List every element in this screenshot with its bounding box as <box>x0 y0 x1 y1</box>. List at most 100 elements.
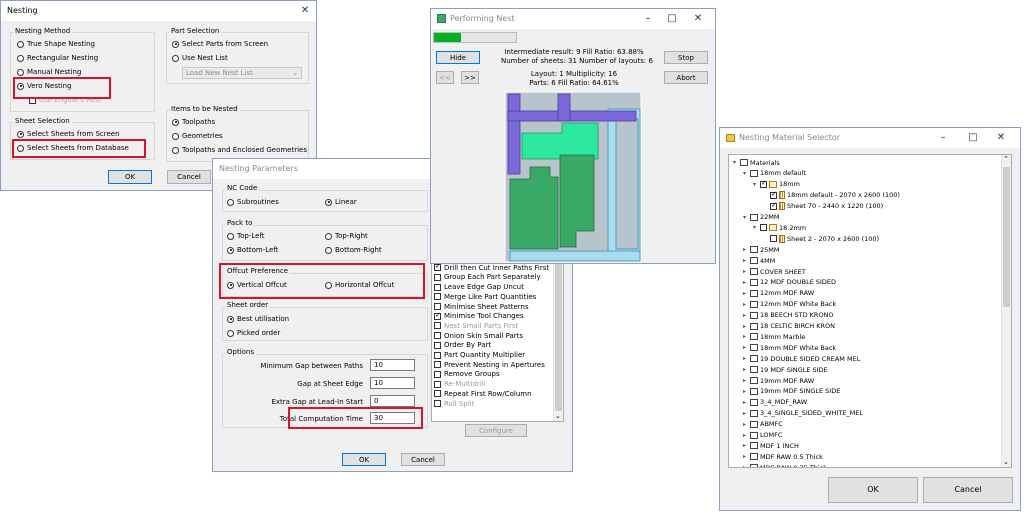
checklist-item[interactable]: Minimise Sheet Patterns <box>434 303 529 311</box>
subroutines-radio[interactable]: Subroutines <box>227 198 279 206</box>
tree-scrollbar[interactable]: ⌃ ⌄ <box>1001 155 1011 467</box>
tree-item[interactable]: ▸ ABMFC <box>741 419 783 430</box>
expanded-arrow-icon[interactable]: ▾ <box>751 181 758 188</box>
checkbox[interactable] <box>434 303 441 310</box>
checkbox[interactable] <box>770 190 777 199</box>
expanded-arrow-icon[interactable]: ▾ <box>741 170 748 177</box>
tree-item[interactable]: Sheet 2 - 2070 x 2600 (100) <box>761 233 879 244</box>
checklist-item[interactable]: Re-Multidrill <box>434 380 486 388</box>
checklist-item[interactable]: Order By Part <box>434 341 491 349</box>
best-utilisation-radio[interactable]: Best utilisation <box>227 315 289 323</box>
checklist-item[interactable]: Nest Small Parts First <box>434 322 518 330</box>
tree-scroll-thumb[interactable] <box>1003 167 1010 307</box>
checkbox[interactable] <box>434 351 441 359</box>
checkbox[interactable] <box>434 262 441 272</box>
checkbox[interactable] <box>434 322 441 330</box>
tree-item[interactable]: ▸ 25MM <box>741 244 780 255</box>
checkbox[interactable] <box>434 380 441 388</box>
checkbox[interactable] <box>434 400 441 407</box>
checkbox[interactable] <box>434 370 441 378</box>
nest-list-select[interactable]: Load New Nest List ⌄ <box>182 67 302 79</box>
collapsed-arrow-icon[interactable]: ▸ <box>741 377 748 384</box>
top-right-radio[interactable]: Top-Right <box>325 232 368 240</box>
checklist-item[interactable]: Drill then Cut Inner Paths First <box>434 262 549 272</box>
checklist-item[interactable]: Merge Like Part Quantities <box>434 293 536 301</box>
chevron-up-icon[interactable]: ⌃ <box>1003 155 1009 163</box>
scroll-thumb[interactable] <box>555 261 562 411</box>
collapsed-arrow-icon[interactable]: ▸ <box>741 442 748 449</box>
expanded-arrow-icon[interactable]: ▾ <box>751 224 758 231</box>
tree-item[interactable]: ▸ 3_4_MDF_RAW <box>741 397 807 408</box>
checkbox[interactable] <box>434 390 441 398</box>
collapsed-arrow-icon[interactable]: ▸ <box>741 464 748 467</box>
sheet-edge-gap-input[interactable]: 10 <box>370 377 415 389</box>
next-button[interactable]: >> <box>461 71 479 84</box>
stop-button[interactable]: Stop <box>664 51 708 64</box>
checkbox[interactable] <box>434 361 441 369</box>
collapsed-arrow-icon[interactable]: ▸ <box>741 333 748 340</box>
nesting-cancel-button[interactable]: Cancel <box>167 170 211 184</box>
tree-item[interactable]: ▸ MDF RAW 0.5 Thick <box>741 451 823 462</box>
tree-item[interactable]: ▸ 18mm Marble <box>741 331 805 342</box>
tree-item[interactable]: ▸ 12 MDF DOUBLE SIDED <box>741 277 836 288</box>
maximize-icon[interactable]: □ <box>966 131 980 145</box>
tree-item[interactable]: ▸ 19 MDF SINGLE SIDE <box>741 364 828 375</box>
tree-item[interactable]: Sheet 70 - 2440 x 1220 (100) <box>761 201 883 212</box>
picked-order-radio[interactable]: Picked order <box>227 329 280 337</box>
close-icon[interactable]: ✕ <box>298 4 312 18</box>
collapsed-arrow-icon[interactable]: ▸ <box>741 453 748 460</box>
collapsed-arrow-icon[interactable]: ▸ <box>741 366 748 373</box>
lead-in-gap-input[interactable]: 0 <box>370 395 415 407</box>
checkbox[interactable] <box>760 224 767 232</box>
checkbox[interactable] <box>434 341 441 349</box>
tree-item[interactable]: ▸ COVER SHEET <box>741 266 806 277</box>
checkbox[interactable] <box>434 283 441 291</box>
bottom-left-radio[interactable]: Bottom-Left <box>227 246 278 254</box>
collapsed-arrow-icon[interactable]: ▸ <box>741 301 748 308</box>
collapsed-arrow-icon[interactable]: ▸ <box>741 312 748 319</box>
tree-item[interactable]: ▸ 12mm MDF White Back <box>741 299 836 310</box>
tree-item[interactable]: ▸ 18mm MDF White Back <box>741 342 836 353</box>
top-left-radio[interactable]: Top-Left <box>227 232 265 240</box>
checklist-item[interactable]: Part Quantity Multiplier <box>434 351 525 359</box>
collapsed-arrow-icon[interactable]: ▸ <box>741 257 748 264</box>
material-cancel-button[interactable]: Cancel <box>923 477 1013 503</box>
params-ok-button[interactable]: OK <box>342 453 386 466</box>
rectangular-radio[interactable]: Rectangular Nesting <box>17 54 98 62</box>
collapsed-arrow-icon[interactable]: ▸ <box>741 246 748 253</box>
expanded-arrow-icon[interactable]: ▾ <box>731 159 738 166</box>
nesting-ok-button[interactable]: OK <box>108 170 152 184</box>
checkbox[interactable] <box>434 273 441 281</box>
checklist-item[interactable]: Leave Edge Gap Uncut <box>434 283 524 291</box>
tree-item[interactable]: ▾ 18.2mm <box>751 222 806 233</box>
geometries-radio[interactable]: Geometries <box>172 132 223 140</box>
tree-item[interactable]: ▸ 18 CELTIC BIRCH KRON <box>741 321 835 332</box>
tree-item[interactable]: ▸ 12mm MDF RAW <box>741 288 814 299</box>
maximize-icon[interactable]: □ <box>665 12 679 26</box>
checkbox[interactable] <box>434 293 441 301</box>
checkbox[interactable] <box>434 311 441 320</box>
collapsed-arrow-icon[interactable]: ▸ <box>741 410 748 417</box>
chevron-down-icon[interactable]: ⌄ <box>1003 458 1009 466</box>
checkbox[interactable] <box>760 179 767 188</box>
sheets-from-screen-radio[interactable]: Select Sheets from Screen <box>17 130 120 138</box>
checklist-item[interactable]: Roll Split <box>434 400 474 408</box>
tree-item[interactable]: ▸ 3_4_SINGLE_SIDED_WHITE_MEL <box>741 408 863 419</box>
tree-item[interactable]: ▸ 19mm MDF SINGLE SIDE <box>741 386 840 397</box>
collapsed-arrow-icon[interactable]: ▸ <box>741 290 748 297</box>
chevron-down-icon[interactable]: ⌄ <box>555 412 561 420</box>
minimize-icon[interactable]: – <box>641 12 655 26</box>
tree-item[interactable]: ▸ 4MM <box>741 255 775 266</box>
collapsed-arrow-icon[interactable]: ▸ <box>741 432 748 439</box>
checkbox[interactable] <box>770 201 777 210</box>
params-cancel-button[interactable]: Cancel <box>401 453 445 466</box>
expanded-arrow-icon[interactable]: ▾ <box>741 214 748 221</box>
tree-item[interactable]: ▾ 18mm <box>751 179 800 190</box>
linear-radio[interactable]: Linear <box>325 198 357 206</box>
checklist-item[interactable]: Minimise Tool Changes <box>434 311 524 320</box>
tree-item[interactable]: ▸ 18 BEECH STD KRONO <box>741 310 834 321</box>
tree-item[interactable]: ▾ 18mm default <box>741 168 806 179</box>
collapsed-arrow-icon[interactable]: ▸ <box>741 355 748 362</box>
manual-radio[interactable]: Manual Nesting <box>17 68 81 76</box>
tree-item[interactable]: 18mm default - 2070 x 2600 (100) <box>761 190 900 201</box>
